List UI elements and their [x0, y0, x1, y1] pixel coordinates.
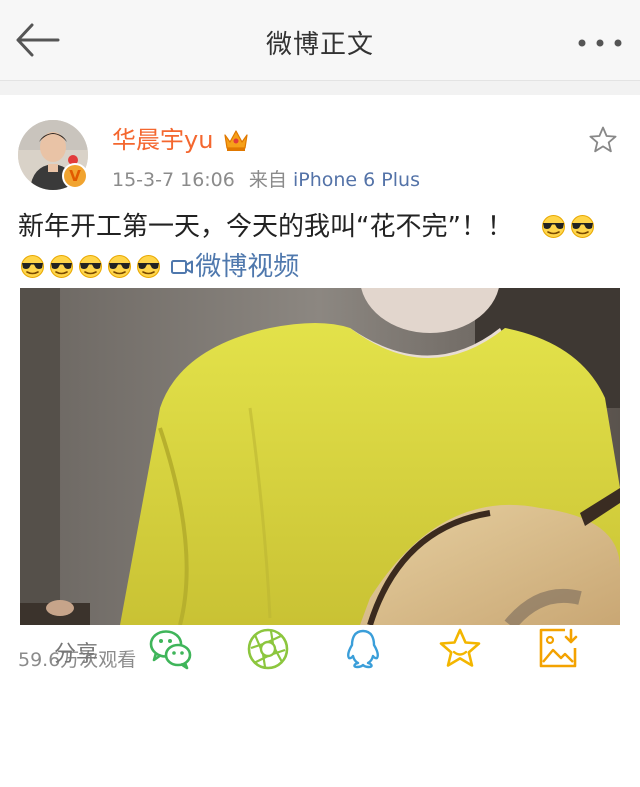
- sunglasses-emoji-icon: [568, 210, 597, 238]
- sunglasses-emoji-icon: [134, 250, 163, 278]
- page-title: 微博正文: [265, 30, 374, 60]
- more-dots-icon: [578, 39, 622, 47]
- favorite-star-icon[interactable]: [588, 125, 618, 155]
- emoji-group-1: [539, 212, 597, 242]
- wechat-icon: [149, 630, 192, 670]
- video-camera-icon: [171, 260, 194, 274]
- vip-crown-icon[interactable]: [222, 127, 250, 153]
- share-bar: 分享: [0, 620, 640, 680]
- share-label: 分享: [54, 642, 99, 667]
- share-wechat-button[interactable]: [148, 626, 194, 672]
- sunglasses-emoji-icon: [18, 250, 47, 278]
- moments-icon: [247, 628, 289, 670]
- sunglasses-emoji-icon: [47, 250, 76, 278]
- sunglasses-emoji-icon: [105, 250, 134, 278]
- share-qq-button[interactable]: [340, 626, 386, 672]
- top-nav-bar: 微博正文: [0, 0, 640, 81]
- post-meta: 15-3-7 16:06 来自 iPhone 6 Plus: [112, 165, 420, 192]
- save-image-icon: [539, 628, 578, 668]
- source-label: 来自: [248, 169, 287, 191]
- emoji-group-2: [18, 252, 163, 282]
- verified-badge: V: [62, 163, 88, 189]
- post-timestamp: 15-3-7 16:06: [112, 169, 235, 191]
- post-text: 新年开工第一天，今天的我叫“花不完”！！: [18, 212, 513, 242]
- favorite-icon: [439, 628, 481, 667]
- more-options-button[interactable]: [576, 34, 624, 47]
- sunglasses-emoji-icon: [76, 250, 105, 278]
- video-link[interactable]: 微博视频: [171, 252, 299, 282]
- video-link-label: 微博视频: [195, 252, 300, 282]
- share-favorite-button[interactable]: [437, 626, 483, 672]
- video-thumbnail[interactable]: [20, 288, 620, 625]
- username[interactable]: 华晨宇yu: [112, 125, 213, 155]
- sunglasses-emoji-icon: [539, 210, 568, 238]
- post-text-block: 新年开工第一天，今天的我叫“花不完”！！ 微博视频: [18, 207, 618, 287]
- share-moments-button[interactable]: [245, 626, 291, 672]
- qq-icon: [347, 629, 379, 669]
- section-divider: [0, 81, 640, 95]
- source-device-link[interactable]: iPhone 6 Plus: [293, 169, 420, 191]
- share-save-image-button[interactable]: [535, 626, 581, 672]
